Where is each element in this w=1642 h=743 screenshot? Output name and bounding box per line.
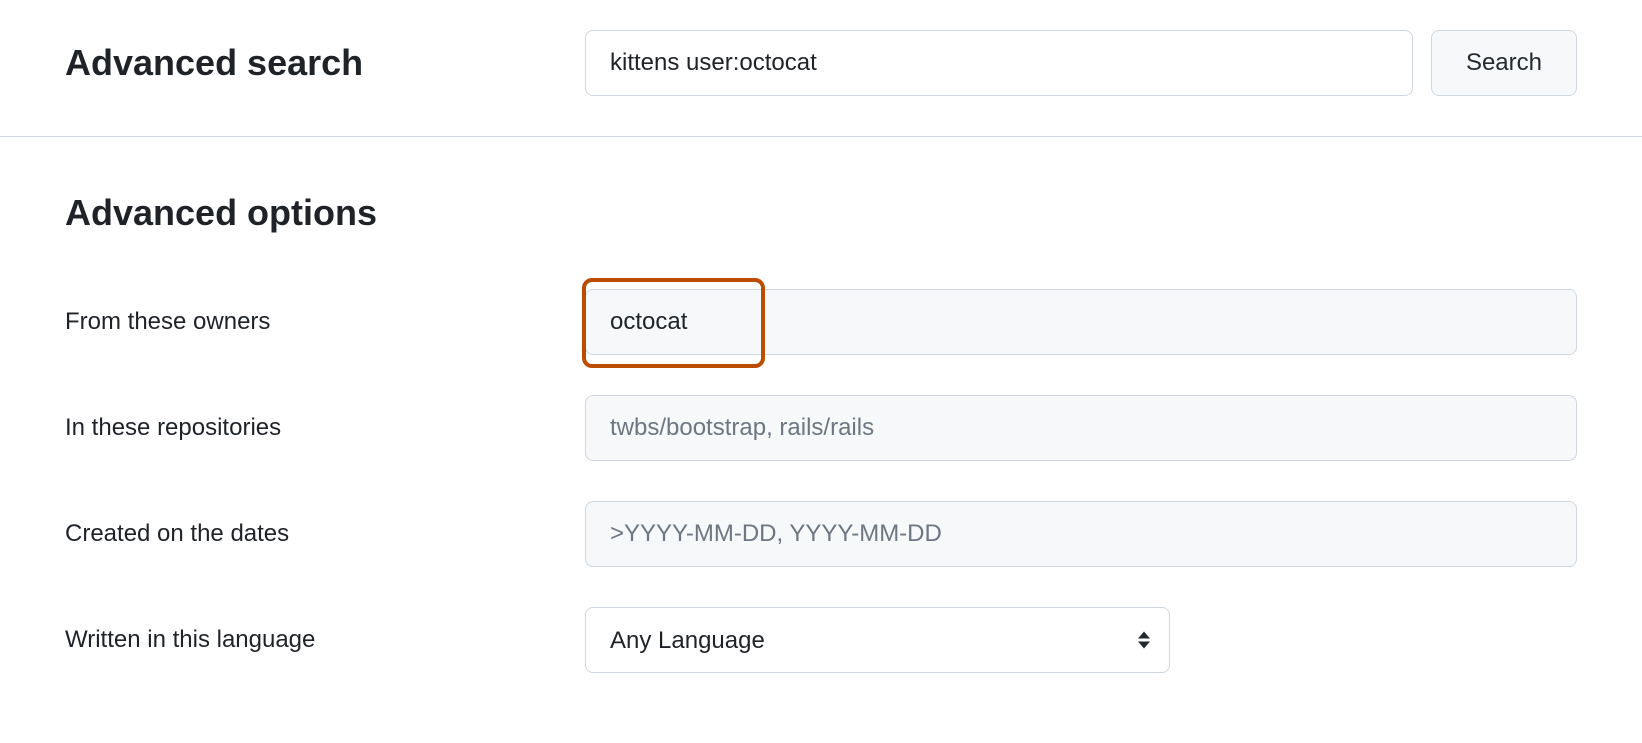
search-row: Search bbox=[585, 30, 1577, 96]
owners-input[interactable] bbox=[585, 289, 1577, 355]
repositories-row: In these repositories bbox=[65, 395, 1577, 461]
repositories-label: In these repositories bbox=[65, 414, 585, 442]
owners-input-wrap bbox=[585, 289, 1577, 355]
section-title: Advanced options bbox=[65, 192, 1577, 234]
search-header: Advanced search Search bbox=[0, 0, 1642, 137]
dates-input[interactable] bbox=[585, 501, 1577, 567]
repositories-input-wrap bbox=[585, 395, 1577, 461]
owners-row: From these owners bbox=[65, 289, 1577, 355]
repositories-input[interactable] bbox=[585, 395, 1577, 461]
dates-input-wrap bbox=[585, 501, 1577, 567]
language-select-wrap: Any Language bbox=[585, 607, 1170, 673]
owners-label: From these owners bbox=[65, 308, 585, 336]
advanced-options-section: Advanced options From these owners In th… bbox=[0, 137, 1642, 743]
language-row: Written in this language Any Language bbox=[65, 607, 1577, 673]
page-title: Advanced search bbox=[65, 42, 565, 84]
language-label: Written in this language bbox=[65, 626, 585, 654]
search-button[interactable]: Search bbox=[1431, 30, 1577, 96]
language-select[interactable]: Any Language bbox=[585, 607, 1170, 673]
dates-row: Created on the dates bbox=[65, 501, 1577, 567]
dates-label: Created on the dates bbox=[65, 520, 585, 548]
search-input[interactable] bbox=[585, 30, 1413, 96]
